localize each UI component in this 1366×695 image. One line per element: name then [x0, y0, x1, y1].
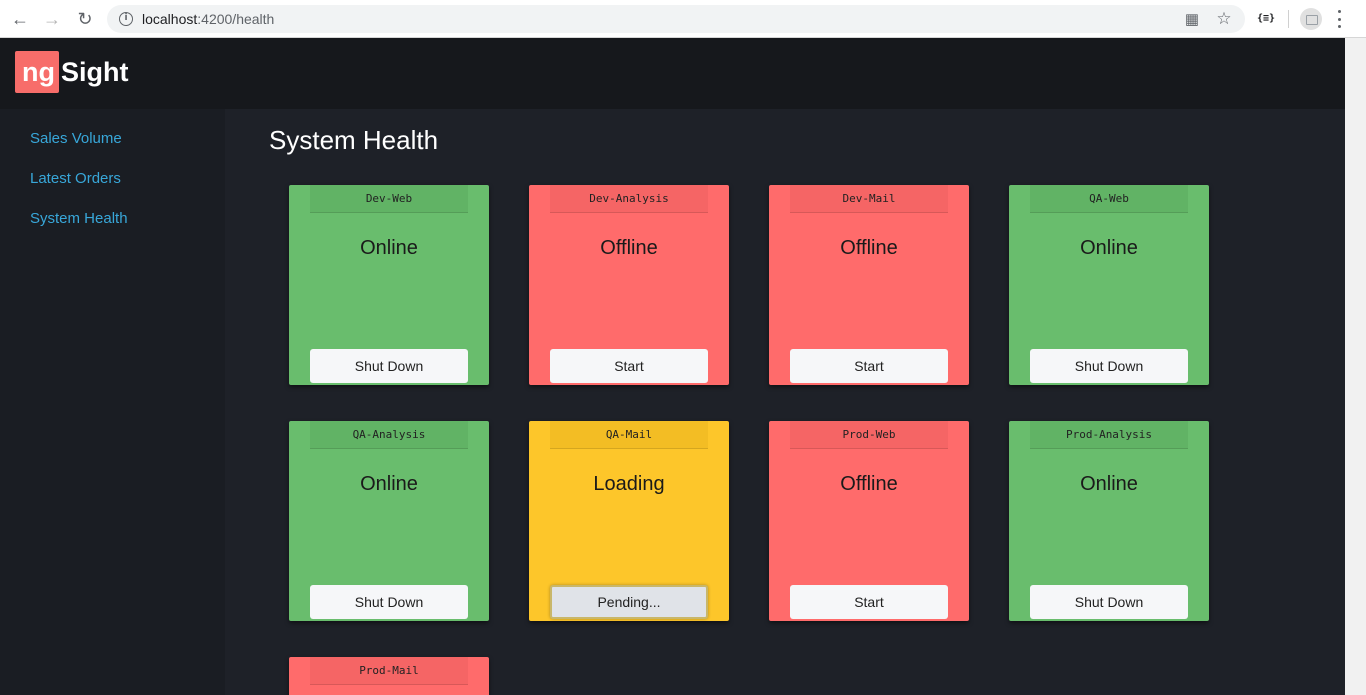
sidebar: Sales Volume Latest Orders System Health [0, 109, 225, 695]
server-status: Online [1080, 237, 1138, 259]
url-path: :4200/health [197, 11, 275, 27]
server-card-prod-mail: Prod-Mail [289, 657, 489, 695]
url-host: localhost [142, 11, 198, 27]
back-arrow-icon[interactable]: ← [10, 9, 30, 29]
sidebar-item-sales-volume[interactable]: Sales Volume [30, 130, 122, 147]
server-card-prod-analysis: Prod-Analysis Online Shut Down [1009, 421, 1209, 621]
server-status: Online [360, 237, 418, 259]
server-name: Dev-Analysis [550, 185, 708, 213]
server-card-qa-analysis: QA-Analysis Online Shut Down [289, 421, 489, 621]
shut-down-button[interactable]: Shut Down [310, 349, 468, 383]
server-name: QA-Mail [550, 421, 708, 449]
server-status: Loading [593, 473, 665, 495]
server-card-qa-web: QA-Web Online Shut Down [1009, 185, 1209, 385]
server-status: Offline [840, 237, 898, 259]
url-text[interactable]: localhost:4200/health [142, 11, 274, 27]
server-name: Prod-Analysis [1030, 421, 1188, 449]
server-status: Offline [840, 473, 898, 495]
server-name: QA-Web [1030, 185, 1188, 213]
server-name: Dev-Mail [790, 185, 948, 213]
server-name: QA-Analysis [310, 421, 468, 449]
server-card-dev-analysis: Dev-Analysis Offline Start [529, 185, 729, 385]
shut-down-button[interactable]: Shut Down [310, 585, 468, 619]
address-bar[interactable]: i localhost:4200/health ▦ ☆ [107, 5, 1245, 33]
main-content: System Health Dev-Web Online Shut Down D… [225, 109, 1345, 695]
start-button[interactable]: Start [790, 585, 948, 619]
server-card-dev-web: Dev-Web Online Shut Down [289, 185, 489, 385]
info-icon[interactable]: i [119, 12, 133, 26]
sidebar-item-system-health[interactable]: System Health [30, 210, 128, 227]
server-status: Online [360, 473, 418, 495]
start-button[interactable]: Start [790, 349, 948, 383]
server-card-qa-mail: QA-Mail Loading Pending... [529, 421, 729, 621]
server-name: Prod-Web [790, 421, 948, 449]
json-extension-icon[interactable]: {≡} [1256, 11, 1276, 27]
server-status: Offline [600, 237, 658, 259]
forward-arrow-icon[interactable]: → [42, 9, 62, 29]
start-button[interactable]: Start [550, 349, 708, 383]
shut-down-button[interactable]: Shut Down [1030, 349, 1188, 383]
sidebar-item-latest-orders[interactable]: Latest Orders [30, 170, 121, 187]
server-name: Prod-Mail [310, 657, 468, 685]
logo-ng: ng [15, 51, 59, 93]
scrollbar[interactable] [1345, 38, 1366, 695]
bookmark-star-icon[interactable]: ☆ [1215, 9, 1233, 28]
translate-icon[interactable]: ▦ [1183, 10, 1201, 28]
app-header: ng Sight [0, 38, 1345, 109]
server-status: Online [1080, 473, 1138, 495]
shut-down-button[interactable]: Shut Down [1030, 585, 1188, 619]
kebab-menu-icon[interactable] [1336, 10, 1342, 28]
reload-icon[interactable]: ↻ [75, 9, 95, 29]
toolbar-divider [1288, 10, 1289, 28]
pending-button[interactable]: Pending... [550, 585, 708, 619]
server-name: Dev-Web [310, 185, 468, 213]
browser-toolbar: ← → ↻ i localhost:4200/health ▦ ☆ {≡} [0, 0, 1366, 38]
server-card-dev-mail: Dev-Mail Offline Start [769, 185, 969, 385]
logo-sight: Sight [61, 56, 129, 87]
app-logo[interactable]: ng Sight [15, 51, 129, 93]
server-card-prod-web: Prod-Web Offline Start [769, 421, 969, 621]
profile-avatar-icon[interactable] [1300, 8, 1322, 30]
page-title: System Health [269, 125, 439, 155]
